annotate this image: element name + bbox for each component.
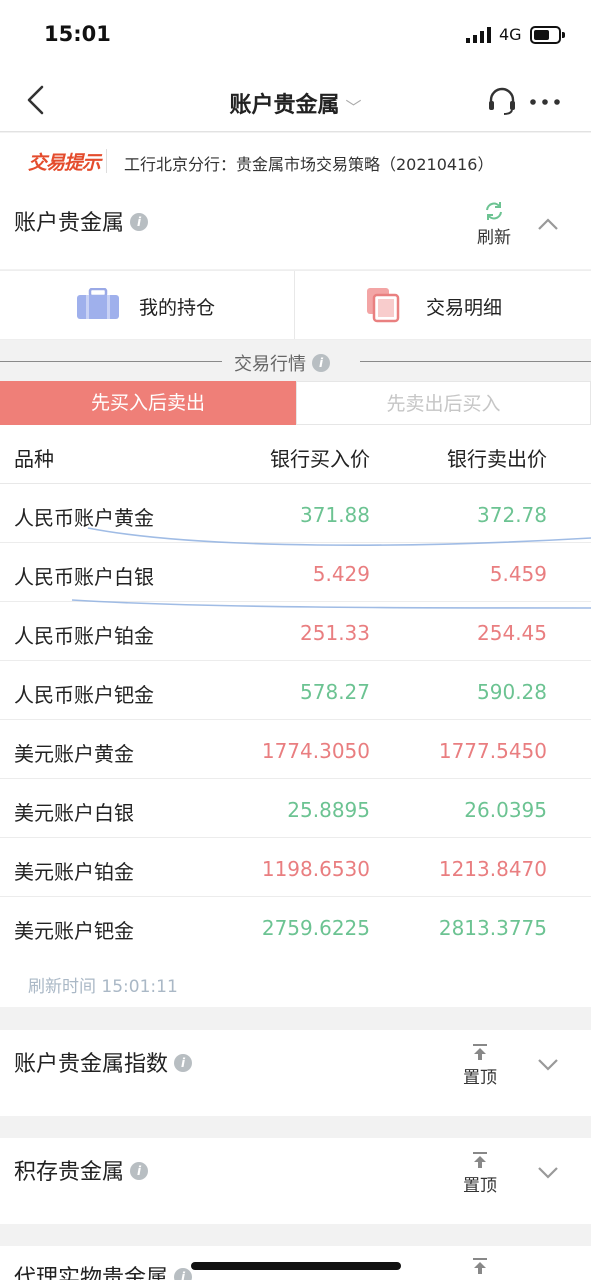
table-row[interactable]: 人民币账户钯金 578.27 590.28 [0,661,591,720]
product-name: 美元账户钯金 [14,919,134,943]
price-table: 品种 银行买入价 银行卖出价 人民币账户黄金 371.88 372.78 人民币… [0,425,591,1007]
product-name: 人民币账户黄金 [14,506,154,530]
refresh-icon [486,202,502,220]
market-title: 交易行情 i [234,350,330,376]
pin-top-label: 置顶 [463,1068,497,1088]
table-row[interactable]: 人民币账户黄金 371.88 372.78 [0,484,591,543]
chevron-up-icon[interactable] [537,217,559,231]
customer-service-icon[interactable] [487,86,517,116]
table-row[interactable]: 人民币账户铂金 251.33 254.45 [0,602,591,661]
trade-details-label: 交易明细 [426,297,503,319]
home-indicator[interactable] [191,1262,401,1270]
table-row[interactable]: 美元账户白银 25.8895 26.0395 [0,779,591,838]
bank-sell-price: 5.459 [489,562,547,586]
bank-sell-price: 1213.8470 [438,857,547,881]
tab-sell-then-buy[interactable]: 先卖出后买入 [296,381,591,425]
my-holdings-button[interactable]: 我的持仓 [0,271,295,339]
card-title-text: 账户贵金属指数 [14,1052,169,1077]
product-name: 人民币账户铂金 [14,624,154,648]
notice-text[interactable]: 工行北京分行：贵金属市场交易策略（20210416） [124,151,493,175]
status-time: 15:01 [44,22,111,46]
bank-buy-price: 1198.6530 [261,857,370,881]
card-title-text: 积存贵金属 [14,1160,125,1185]
pin-top-button[interactable]: 置顶 [459,1257,501,1280]
product-name: 美元账户黄金 [14,742,134,766]
refresh-button[interactable]: 刷新 [474,201,514,248]
pin-top-icon [473,1152,487,1168]
my-holdings-label: 我的持仓 [139,297,216,319]
trade-direction-tabs: 先买入后卖出 先卖出后买入 [0,381,591,425]
pin-top-icon [473,1044,487,1060]
column-header-bank-buy: 银行买入价 [270,447,370,471]
notice-bar[interactable]: 交易提示 工行北京分行：贵金属市场交易策略（20210416） [0,133,591,189]
info-icon[interactable]: i [130,1162,149,1180]
nav-bar: 账户贵金属 ﹀ [0,70,591,132]
section-title-text: 账户贵金属 [14,211,125,236]
bank-buy-price: 2759.6225 [261,916,370,940]
section-header: 账户贵金属 i 刷新 [0,189,591,269]
table-row[interactable]: 美元账户黄金 1774.3050 1777.5450 [0,720,591,779]
page-title-text: 账户贵金属 [229,93,340,118]
bank-sell-price: 2813.3775 [438,916,547,940]
product-name: 美元账户白银 [14,801,134,825]
product-name: 人民币账户白银 [14,565,154,589]
card-title: 账户贵金属指数 i [14,1046,193,1078]
refresh-time: 刷新时间 15:01:11 [0,956,591,1007]
tab-buy-then-sell[interactable]: 先买入后卖出 [0,381,296,425]
market-header: 交易行情 i [0,341,591,381]
column-header-bank-sell: 银行卖出价 [447,447,547,471]
card-title: 代理实物贵金属 i [14,1260,193,1280]
table-row[interactable]: 人民币账户白银 5.429 5.459 [0,543,591,602]
bank-sell-price: 590.28 [477,680,547,704]
more-icon[interactable] [530,99,560,105]
divider [0,361,222,362]
bank-buy-price: 578.27 [300,680,370,704]
pin-top-icon [473,1258,487,1274]
bank-sell-price: 254.45 [477,621,547,645]
pin-top-button[interactable]: 置顶 [459,1043,501,1088]
pin-top-button[interactable]: 置顶 [459,1151,501,1196]
status-bar: 15:01 4G [0,0,591,70]
documents-icon [367,288,400,323]
section-title: 账户贵金属 i [14,205,149,237]
chevron-down-icon[interactable] [537,1166,559,1180]
bank-buy-price: 251.33 [300,621,370,645]
trade-details-button[interactable]: 交易明细 [296,271,591,339]
signal-icon [466,27,491,43]
card-title: 积存贵金属 i [14,1154,149,1186]
briefcase-icon [77,288,119,319]
info-icon[interactable]: i [312,354,330,372]
chevron-down-icon: ﹀ [345,98,362,117]
table-row[interactable]: 美元账户铂金 1198.6530 1213.8470 [0,838,591,897]
bank-buy-price: 1774.3050 [261,739,370,763]
shortcut-bar: 我的持仓 交易明细 [0,270,591,340]
network-label: 4G [499,25,522,44]
bank-buy-price: 371.88 [300,503,370,527]
product-name: 人民币账户钯金 [14,683,154,707]
card-accumulation-metal[interactable]: 积存贵金属 i 置顶 [0,1138,591,1224]
bank-sell-price: 26.0395 [464,798,547,822]
bank-buy-price: 5.429 [312,562,370,586]
info-icon[interactable]: i [174,1268,193,1280]
info-icon[interactable]: i [174,1054,193,1072]
bank-sell-price: 1777.5450 [438,739,547,763]
refresh-label: 刷新 [477,228,511,248]
bank-sell-price: 372.78 [477,503,547,527]
card-account-metal-index[interactable]: 账户贵金属指数 i 置顶 [0,1030,591,1116]
table-row[interactable]: 美元账户钯金 2759.6225 2813.3775 [0,897,591,956]
battery-icon [530,26,565,44]
pin-top-label: 置顶 [463,1176,497,1196]
table-header: 品种 银行买入价 银行卖出价 [0,425,591,484]
refresh-time-text: 刷新时间 15:01:11 [28,977,178,997]
card-title-text: 代理实物贵金属 [14,1266,169,1280]
market-title-text: 交易行情 [234,354,306,375]
info-icon[interactable]: i [130,213,149,231]
divider [106,149,107,173]
notice-badge: 交易提示 [28,152,101,174]
chevron-down-icon[interactable] [537,1058,559,1072]
divider [360,361,591,362]
product-name: 美元账户铂金 [14,860,134,884]
column-header-product: 品种 [14,447,54,471]
bank-buy-price: 25.8895 [287,798,370,822]
